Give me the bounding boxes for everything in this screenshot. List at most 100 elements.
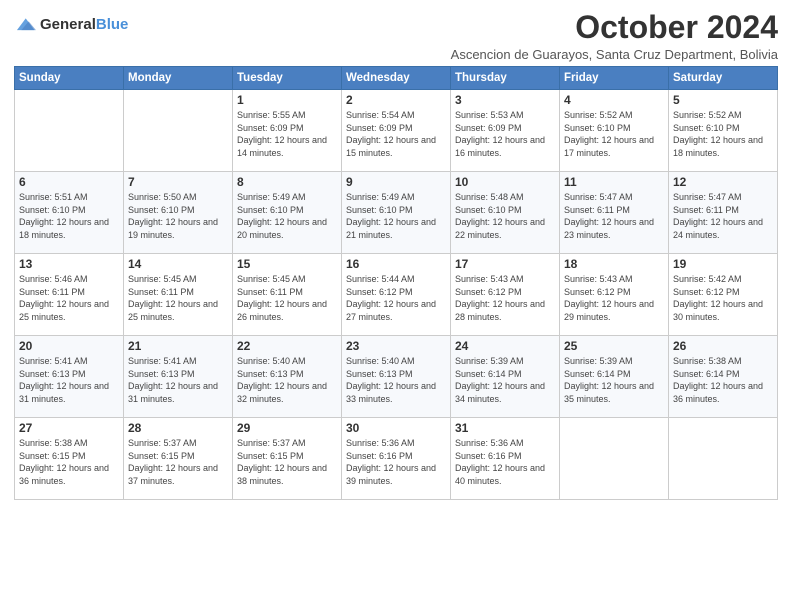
day-number: 25	[564, 339, 664, 353]
day-number: 28	[128, 421, 228, 435]
weekday-header-row: SundayMondayTuesdayWednesdayThursdayFrid…	[15, 67, 778, 90]
calendar-cell: 1 Sunrise: 5:55 AMSunset: 6:09 PMDaylight…	[233, 90, 342, 172]
calendar-cell: 19 Sunrise: 5:42 AMSunset: 6:12 PMDayligh…	[669, 254, 778, 336]
day-info: Sunrise: 5:49 AMSunset: 6:10 PMDaylight:…	[237, 191, 337, 241]
calendar-cell: 24Sunrise: 5:39 AMSunset: 6:14 PMDayligh…	[451, 336, 560, 418]
calendar-cell: 15 Sunrise: 5:45 AMSunset: 6:11 PMDayligh…	[233, 254, 342, 336]
calendar-cell: 8Sunrise: 5:49 AMSunset: 6:10 PMDaylight…	[233, 172, 342, 254]
day-info: Sunrise: 5:55 AMSunset: 6:09 PMDaylight:…	[237, 109, 337, 159]
calendar-cell: 3 Sunrise: 5:53 AMSunset: 6:09 PMDaylight…	[451, 90, 560, 172]
title-block: October 2024 Ascencion de Guarayos, Sant…	[451, 10, 778, 62]
logo: GeneralBlue	[14, 14, 128, 36]
weekday-header-saturday: Saturday	[669, 67, 778, 90]
day-info: Sunrise: 5:36 AMSunset: 6:16 PMDaylight:…	[346, 437, 446, 487]
day-info: Sunrise: 5:43 AMSunset: 6:12 PMDaylight:…	[564, 273, 664, 323]
day-info: Sunrise: 5:53 AMSunset: 6:09 PMDaylight:…	[455, 109, 555, 159]
week-row-4: 20 Sunrise: 5:41 AMSunset: 6:13 PMDayligh…	[15, 336, 778, 418]
day-info: Sunrise: 5:52 AMSunset: 6:10 PMDaylight:…	[564, 109, 664, 159]
day-info: Sunrise: 5:45 AMSunset: 6:11 PMDaylight:…	[237, 273, 337, 323]
day-info: Sunrise: 5:41 AMSunset: 6:13 PMDaylight:…	[19, 355, 119, 405]
calendar-cell: 6 Sunrise: 5:51 AMSunset: 6:10 PMDaylight…	[15, 172, 124, 254]
day-info: Sunrise: 5:49 AMSunset: 6:10 PMDaylight:…	[346, 191, 446, 241]
day-number: 1	[237, 93, 337, 107]
calendar-cell: 29 Sunrise: 5:37 AMSunset: 6:15 PMDayligh…	[233, 418, 342, 500]
day-number: 29	[237, 421, 337, 435]
day-number: 27	[19, 421, 119, 435]
day-number: 14	[128, 257, 228, 271]
logo-icon	[14, 14, 36, 36]
day-info: Sunrise: 5:39 AMSunset: 6:14 PMDaylight:…	[564, 355, 664, 405]
day-number: 26	[673, 339, 773, 353]
day-number: 5	[673, 93, 773, 107]
calendar-cell: 20 Sunrise: 5:41 AMSunset: 6:13 PMDayligh…	[15, 336, 124, 418]
day-number: 4	[564, 93, 664, 107]
day-info: Sunrise: 5:36 AMSunset: 6:16 PMDaylight:…	[455, 437, 555, 487]
day-info: Sunrise: 5:44 AMSunset: 6:12 PMDaylight:…	[346, 273, 446, 323]
day-info: Sunrise: 5:50 AMSunset: 6:10 PMDaylight:…	[128, 191, 228, 241]
day-info: Sunrise: 5:48 AMSunset: 6:10 PMDaylight:…	[455, 191, 555, 241]
day-info: Sunrise: 5:47 AMSunset: 6:11 PMDaylight:…	[564, 191, 664, 241]
subtitle: Ascencion de Guarayos, Santa Cruz Depart…	[451, 47, 778, 62]
day-info: Sunrise: 5:45 AMSunset: 6:11 PMDaylight:…	[128, 273, 228, 323]
calendar-cell: 22Sunrise: 5:40 AMSunset: 6:13 PMDayligh…	[233, 336, 342, 418]
day-info: Sunrise: 5:37 AMSunset: 6:15 PMDaylight:…	[237, 437, 337, 487]
page: GeneralBlue October 2024 Ascencion de Gu…	[0, 0, 792, 612]
calendar-cell: 18 Sunrise: 5:43 AMSunset: 6:12 PMDayligh…	[560, 254, 669, 336]
month-title: October 2024	[451, 10, 778, 45]
calendar-cell: 14 Sunrise: 5:45 AMSunset: 6:11 PMDayligh…	[124, 254, 233, 336]
day-number: 23	[346, 339, 446, 353]
calendar-cell: 12 Sunrise: 5:47 AMSunset: 6:11 PMDayligh…	[669, 172, 778, 254]
week-row-2: 6 Sunrise: 5:51 AMSunset: 6:10 PMDaylight…	[15, 172, 778, 254]
weekday-header-thursday: Thursday	[451, 67, 560, 90]
day-info: Sunrise: 5:46 AMSunset: 6:11 PMDaylight:…	[19, 273, 119, 323]
calendar-cell: 13 Sunrise: 5:46 AMSunset: 6:11 PMDayligh…	[15, 254, 124, 336]
calendar-cell: 7 Sunrise: 5:50 AMSunset: 6:10 PMDaylight…	[124, 172, 233, 254]
day-info: Sunrise: 5:39 AMSunset: 6:14 PMDaylight:…	[455, 355, 555, 405]
weekday-header-sunday: Sunday	[15, 67, 124, 90]
weekday-header-monday: Monday	[124, 67, 233, 90]
calendar-cell	[124, 90, 233, 172]
calendar-cell: 28 Sunrise: 5:37 AMSunset: 6:15 PMDayligh…	[124, 418, 233, 500]
day-number: 6	[19, 175, 119, 189]
day-info: Sunrise: 5:52 AMSunset: 6:10 PMDaylight:…	[673, 109, 773, 159]
day-number: 17	[455, 257, 555, 271]
day-info: Sunrise: 5:38 AMSunset: 6:14 PMDaylight:…	[673, 355, 773, 405]
day-number: 2	[346, 93, 446, 107]
day-number: 15	[237, 257, 337, 271]
week-row-5: 27 Sunrise: 5:38 AMSunset: 6:15 PMDayligh…	[15, 418, 778, 500]
calendar-cell: 4 Sunrise: 5:52 AMSunset: 6:10 PMDaylight…	[560, 90, 669, 172]
calendar-table: SundayMondayTuesdayWednesdayThursdayFrid…	[14, 66, 778, 500]
weekday-header-tuesday: Tuesday	[233, 67, 342, 90]
day-info: Sunrise: 5:38 AMSunset: 6:15 PMDaylight:…	[19, 437, 119, 487]
calendar-cell: 27 Sunrise: 5:38 AMSunset: 6:15 PMDayligh…	[15, 418, 124, 500]
day-info: Sunrise: 5:54 AMSunset: 6:09 PMDaylight:…	[346, 109, 446, 159]
day-info: Sunrise: 5:47 AMSunset: 6:11 PMDaylight:…	[673, 191, 773, 241]
day-info: Sunrise: 5:37 AMSunset: 6:15 PMDaylight:…	[128, 437, 228, 487]
day-number: 11	[564, 175, 664, 189]
day-info: Sunrise: 5:42 AMSunset: 6:12 PMDaylight:…	[673, 273, 773, 323]
calendar-cell: 25 Sunrise: 5:39 AMSunset: 6:14 PMDayligh…	[560, 336, 669, 418]
day-number: 7	[128, 175, 228, 189]
week-row-3: 13 Sunrise: 5:46 AMSunset: 6:11 PMDayligh…	[15, 254, 778, 336]
day-number: 19	[673, 257, 773, 271]
calendar-cell	[560, 418, 669, 500]
day-number: 16	[346, 257, 446, 271]
calendar-cell: 10Sunrise: 5:48 AMSunset: 6:10 PMDayligh…	[451, 172, 560, 254]
weekday-header-wednesday: Wednesday	[342, 67, 451, 90]
day-number: 30	[346, 421, 446, 435]
day-number: 20	[19, 339, 119, 353]
day-number: 18	[564, 257, 664, 271]
calendar-cell: 26 Sunrise: 5:38 AMSunset: 6:14 PMDayligh…	[669, 336, 778, 418]
day-number: 3	[455, 93, 555, 107]
day-info: Sunrise: 5:51 AMSunset: 6:10 PMDaylight:…	[19, 191, 119, 241]
calendar-cell	[15, 90, 124, 172]
day-number: 12	[673, 175, 773, 189]
weekday-header-friday: Friday	[560, 67, 669, 90]
calendar-cell: 9Sunrise: 5:49 AMSunset: 6:10 PMDaylight…	[342, 172, 451, 254]
calendar-cell: 16 Sunrise: 5:44 AMSunset: 6:12 PMDayligh…	[342, 254, 451, 336]
calendar-cell: 17Sunrise: 5:43 AMSunset: 6:12 PMDayligh…	[451, 254, 560, 336]
day-number: 13	[19, 257, 119, 271]
calendar-cell: 30 Sunrise: 5:36 AMSunset: 6:16 PMDayligh…	[342, 418, 451, 500]
calendar-cell: 21Sunrise: 5:41 AMSunset: 6:13 PMDayligh…	[124, 336, 233, 418]
calendar-cell: 11 Sunrise: 5:47 AMSunset: 6:11 PMDayligh…	[560, 172, 669, 254]
